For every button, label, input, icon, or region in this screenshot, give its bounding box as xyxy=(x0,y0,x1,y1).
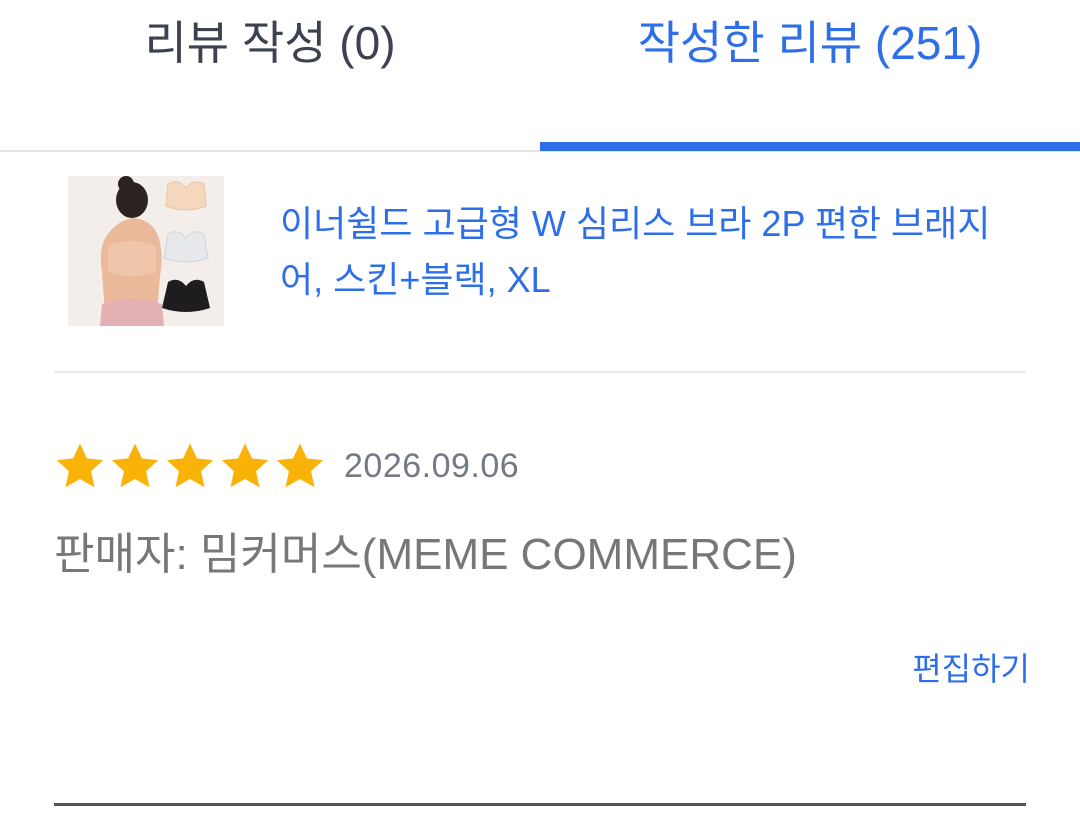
rating-row: 2026.09.06 xyxy=(54,436,519,496)
tab-write-review[interactable]: 리뷰 작성 (0) xyxy=(0,0,540,152)
review-date: 2026.09.06 xyxy=(344,446,520,485)
star-icon xyxy=(276,443,324,488)
active-tab-indicator xyxy=(540,142,1080,151)
tab-written-reviews[interactable]: 작성한 리뷰 (251) xyxy=(540,0,1080,152)
product-image[interactable] xyxy=(68,176,224,326)
my-reviews-screen: 리뷰 작성 (0) 작성한 리뷰 (251) 이너쉴드 고급형 W 심리스 브라… xyxy=(0,0,1080,813)
tab-written-reviews-label: 작성한 리뷰 (251) xyxy=(637,17,983,69)
star-icon xyxy=(111,443,159,488)
product-name[interactable]: 이너쉴드 고급형 W 심리스 브라 2P 편한 브래지어, 스킨+블랙, XL xyxy=(280,196,1000,308)
star-icon xyxy=(221,443,269,488)
product-divider xyxy=(54,371,1026,373)
star-icon xyxy=(56,443,104,488)
product-photo-icon xyxy=(68,176,224,326)
review-tabs: 리뷰 작성 (0) 작성한 리뷰 (251) xyxy=(0,0,1080,152)
seller-name: 판매자: 밈커머스(MEME COMMERCE) xyxy=(54,530,797,579)
tab-write-review-label: 리뷰 작성 (0) xyxy=(144,17,396,69)
edit-review-button[interactable]: 편집하기 xyxy=(912,644,1030,690)
star-rating xyxy=(54,440,326,492)
review-divider xyxy=(54,803,1026,806)
product-summary: 이너쉴드 고급형 W 심리스 브라 2P 편한 브래지어, 스킨+블랙, XL xyxy=(0,152,1080,372)
star-icon xyxy=(166,443,214,488)
